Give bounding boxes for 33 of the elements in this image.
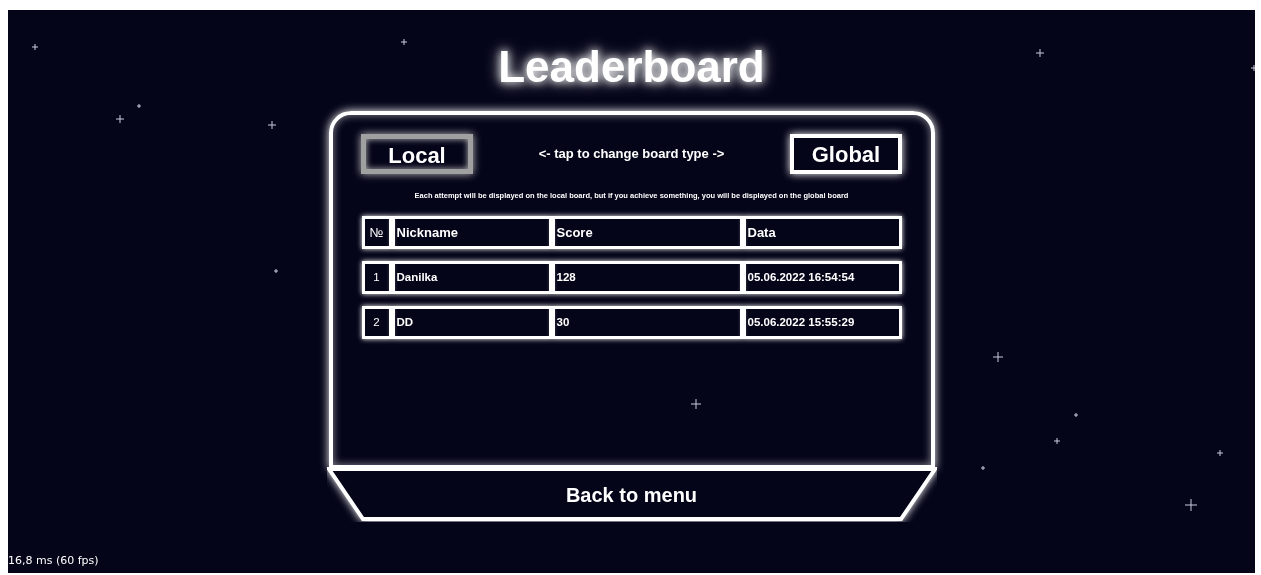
sparkle-icon xyxy=(273,268,279,274)
column-header: № xyxy=(361,216,392,250)
sparkle-icon xyxy=(1035,48,1045,58)
sparkle-icon xyxy=(115,114,125,124)
sparkle-icon xyxy=(690,398,702,410)
board-tab[interactable]: Local xyxy=(361,134,473,174)
frame-time-readout: 16,8 ms (60 fps) xyxy=(8,552,99,569)
sparkle-icon xyxy=(31,43,39,51)
sparkle-icon xyxy=(1250,64,1255,72)
sparkle-icon xyxy=(1184,498,1198,512)
board-tab[interactable]: Global xyxy=(790,134,902,174)
sparkle-icon xyxy=(992,351,1004,363)
table-cell: 128 xyxy=(551,261,743,295)
sparkle-icon xyxy=(267,120,277,130)
table-cell: 05.06.2022 16:54:54 xyxy=(742,261,902,295)
page-title: Leaderboard xyxy=(498,44,765,90)
sparkle-icon xyxy=(1073,412,1079,418)
table-cell: DD xyxy=(391,306,552,340)
column-header: Score xyxy=(551,216,743,250)
sparkle-icon xyxy=(136,103,142,109)
table-cell: 30 xyxy=(551,306,743,340)
table-cell: Danilka xyxy=(391,261,552,295)
sparkle-icon xyxy=(980,465,986,471)
table-cell: 1 xyxy=(361,261,392,295)
column-header: Data xyxy=(742,216,902,250)
table-cell: 05.06.2022 15:55:29 xyxy=(742,306,902,340)
tap-hint: <- tap to change board type -> xyxy=(538,145,725,164)
sparkle-icon xyxy=(400,38,408,46)
table-cell: 2 xyxy=(361,306,392,340)
column-header: Nickname xyxy=(391,216,552,250)
sparkle-icon xyxy=(1053,437,1061,445)
sparkle-icon xyxy=(1216,449,1224,457)
back-to-menu-button[interactable]: Back to menu xyxy=(326,467,937,522)
